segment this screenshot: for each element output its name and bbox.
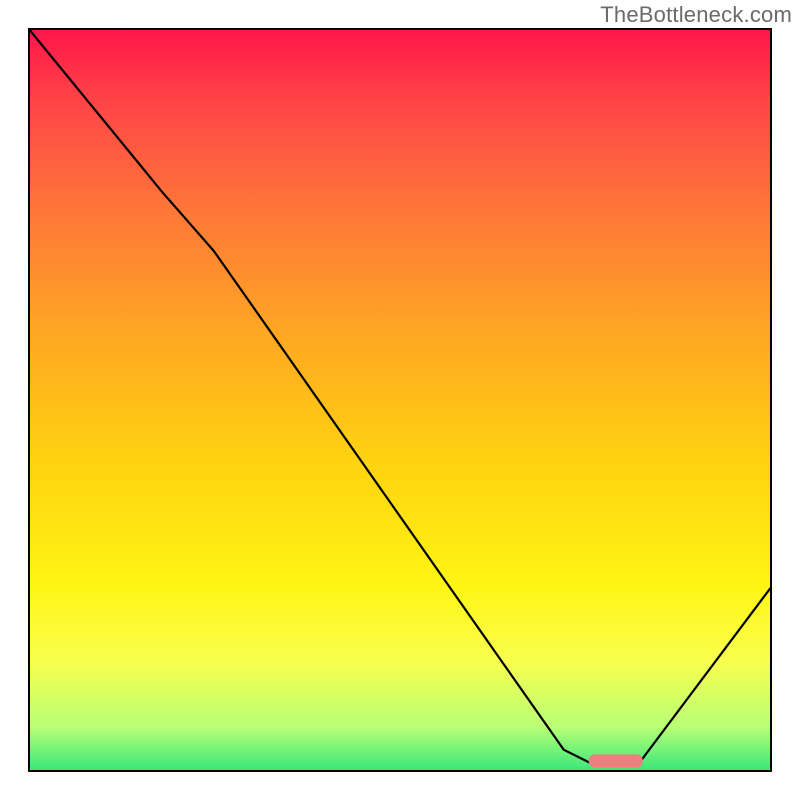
optimal-range-marker (589, 754, 643, 767)
watermark-label: TheBottleneck.com (600, 2, 792, 28)
plot-svg (28, 28, 772, 772)
chart-page: TheBottleneck.com (0, 0, 800, 800)
plot-area (28, 28, 772, 772)
bottleneck-curve (28, 28, 772, 765)
